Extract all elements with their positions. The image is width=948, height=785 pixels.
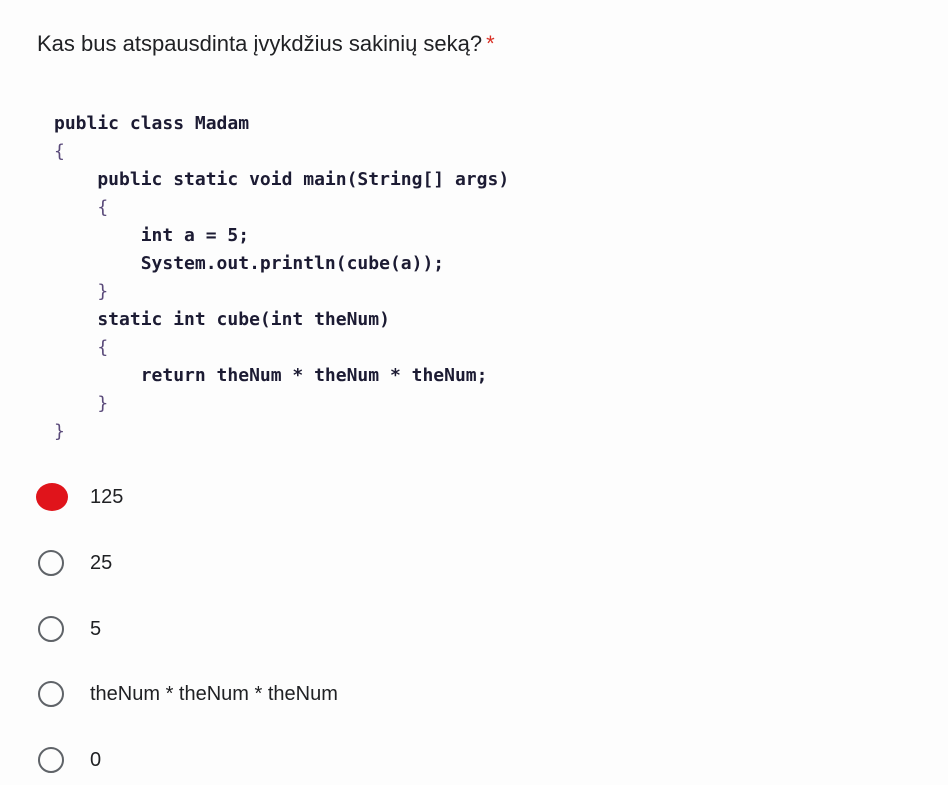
option-label: 125 — [90, 485, 124, 508]
radio-selected-icon[interactable] — [36, 483, 68, 511]
option-label: 25 — [90, 551, 113, 574]
code-snippet-image: public class Madam { public static void … — [40, 100, 600, 450]
radio-empty-icon[interactable] — [38, 550, 64, 576]
code-line: } — [54, 393, 109, 414]
question-title: Kas bus atspausdinta įvykdžius sakinių s… — [37, 28, 495, 60]
code-line: } — [54, 281, 109, 302]
code-line: { — [54, 197, 109, 218]
code-line: System.out.println(cube(a)); — [54, 253, 445, 274]
option-label: 5 — [90, 617, 102, 640]
code-line: } — [54, 421, 65, 442]
code-line: public class Madam — [54, 113, 250, 134]
radio-empty-icon[interactable] — [38, 747, 64, 773]
code-line: return theNum * theNum * theNum; — [54, 365, 488, 386]
code-line: static int cube(int theNum) — [54, 309, 390, 330]
radio-empty-icon[interactable] — [38, 616, 64, 642]
option-5[interactable]: 5 — [38, 612, 101, 646]
option-label: theNum * theNum * theNum — [90, 682, 338, 705]
code-line: public static void main(String[] args) — [54, 169, 510, 190]
option-25[interactable]: 25 — [38, 546, 112, 580]
option-label: 0 — [90, 748, 102, 771]
option-125[interactable]: 125 — [36, 480, 124, 514]
option-0[interactable]: 0 — [38, 743, 101, 777]
option-thenum-expression[interactable]: theNum * theNum * theNum — [38, 677, 338, 711]
question-text: Kas bus atspausdinta įvykdžius sakinių s… — [37, 31, 483, 56]
code-line: { — [54, 337, 109, 358]
code-line: int a = 5; — [54, 225, 250, 246]
code-line: { — [54, 141, 65, 162]
radio-empty-icon[interactable] — [38, 681, 64, 707]
required-marker: * — [486, 31, 495, 56]
